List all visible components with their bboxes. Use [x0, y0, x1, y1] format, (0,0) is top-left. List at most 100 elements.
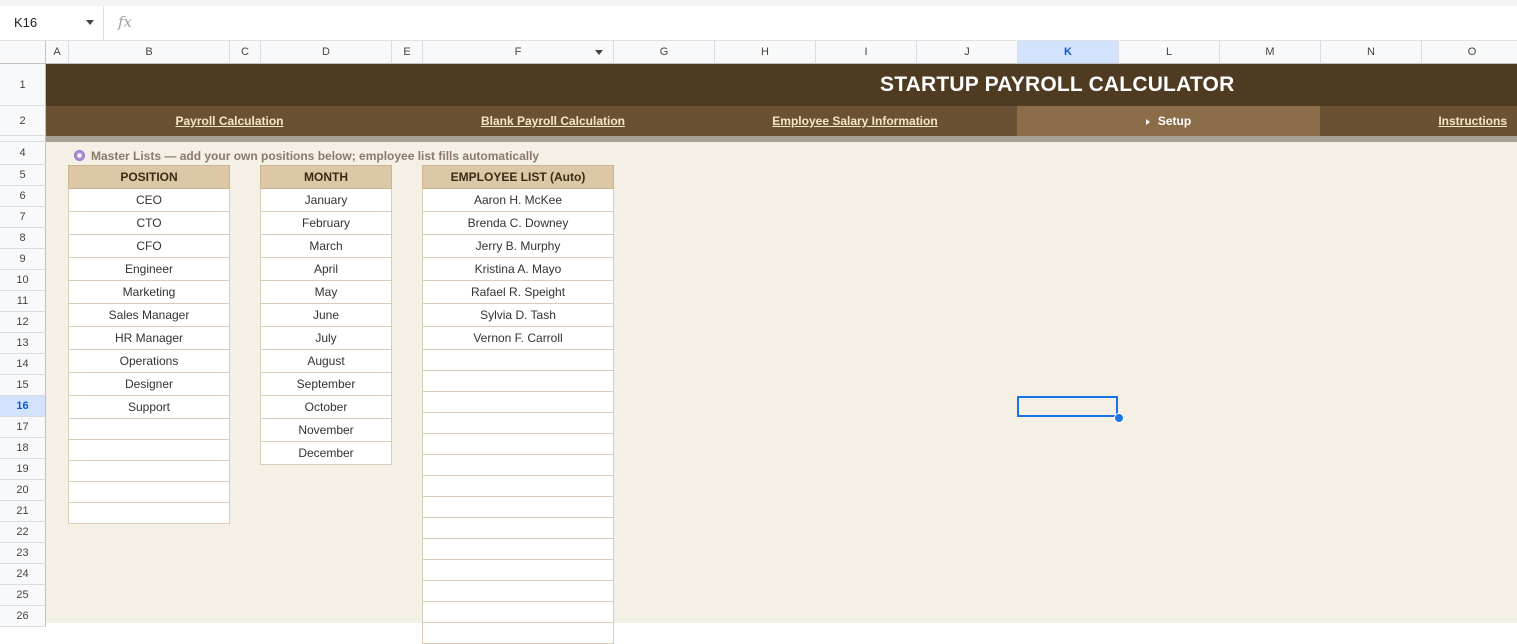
- row-header-2[interactable]: 2: [0, 106, 46, 136]
- row-header-26[interactable]: 26: [0, 606, 46, 627]
- column-header-j[interactable]: J: [917, 41, 1018, 64]
- position-cell[interactable]: [68, 439, 230, 461]
- employee-cell[interactable]: [422, 601, 614, 623]
- name-box-dropdown-icon[interactable]: [86, 20, 94, 25]
- row-header-12[interactable]: 12: [0, 312, 46, 333]
- row-header-24[interactable]: 24: [0, 564, 46, 585]
- row-header-8[interactable]: 8: [0, 228, 46, 249]
- column-header-c[interactable]: C: [230, 41, 261, 64]
- nav-link-setup[interactable]: Setup: [1017, 106, 1320, 136]
- row-header-4[interactable]: 4: [0, 142, 46, 165]
- row-header-16[interactable]: 16: [0, 396, 46, 417]
- row-header-19[interactable]: 19: [0, 459, 46, 480]
- position-cell[interactable]: [68, 418, 230, 440]
- position-cell[interactable]: Engineer: [68, 257, 230, 281]
- column-header-i[interactable]: I: [816, 41, 917, 64]
- position-cell[interactable]: [68, 481, 230, 503]
- month-cell[interactable]: July: [260, 326, 392, 350]
- month-cell[interactable]: March: [260, 234, 392, 258]
- employee-cell[interactable]: [422, 496, 614, 518]
- position-cell[interactable]: [68, 502, 230, 524]
- nav-link-blank-payroll-calculation[interactable]: Blank Payroll Calculation: [413, 106, 693, 136]
- row-header-14[interactable]: 14: [0, 354, 46, 375]
- month-cell[interactable]: February: [260, 211, 392, 235]
- nav-link-payroll-calculation[interactable]: Payroll Calculation: [46, 106, 413, 136]
- column-header-b[interactable]: B: [69, 41, 230, 64]
- employee-cell[interactable]: [422, 349, 614, 371]
- row-header-6[interactable]: 6: [0, 186, 46, 207]
- row-header-22[interactable]: 22: [0, 522, 46, 543]
- row-header-23[interactable]: 23: [0, 543, 46, 564]
- month-header[interactable]: MONTH: [260, 165, 392, 189]
- month-cell[interactable]: May: [260, 280, 392, 304]
- position-cell[interactable]: Support: [68, 395, 230, 419]
- column-filter-dropdown-icon[interactable]: [595, 50, 603, 55]
- row-header-25[interactable]: 25: [0, 585, 46, 606]
- row-header-15[interactable]: 15: [0, 375, 46, 396]
- name-box[interactable]: K16: [0, 6, 104, 40]
- month-cell[interactable]: November: [260, 418, 392, 442]
- row-header-9[interactable]: 9: [0, 249, 46, 270]
- month-cell[interactable]: April: [260, 257, 392, 281]
- row-header-10[interactable]: 10: [0, 270, 46, 291]
- fill-handle[interactable]: [1114, 413, 1124, 423]
- employee-cell[interactable]: Jerry B. Murphy: [422, 234, 614, 258]
- column-header-l[interactable]: L: [1119, 41, 1220, 64]
- employee-cell[interactable]: Vernon F. Carroll: [422, 326, 614, 350]
- row-header-1[interactable]: 1: [0, 64, 46, 106]
- column-header-f[interactable]: F: [423, 41, 614, 64]
- employee-header[interactable]: EMPLOYEE LIST (Auto): [422, 165, 614, 189]
- row-header-11[interactable]: 11: [0, 291, 46, 312]
- column-header-d[interactable]: D: [261, 41, 392, 64]
- column-header-n[interactable]: N: [1321, 41, 1422, 64]
- row-header-5[interactable]: 5: [0, 165, 46, 186]
- month-cell[interactable]: December: [260, 441, 392, 465]
- nav-link-employee-salary-information[interactable]: Employee Salary Information: [693, 106, 1017, 136]
- employee-cell[interactable]: [422, 517, 614, 539]
- position-cell[interactable]: [68, 460, 230, 482]
- month-cell[interactable]: August: [260, 349, 392, 373]
- position-cell[interactable]: CTO: [68, 211, 230, 235]
- position-cell[interactable]: CEO: [68, 188, 230, 212]
- row-header-7[interactable]: 7: [0, 207, 46, 228]
- row-header-13[interactable]: 13: [0, 333, 46, 354]
- column-header-e[interactable]: E: [392, 41, 423, 64]
- employee-cell[interactable]: [422, 370, 614, 392]
- employee-cell[interactable]: Brenda C. Downey: [422, 211, 614, 235]
- position-cell[interactable]: Sales Manager: [68, 303, 230, 327]
- position-cell[interactable]: Marketing: [68, 280, 230, 304]
- month-cell[interactable]: October: [260, 395, 392, 419]
- row-header-17[interactable]: 17: [0, 417, 46, 438]
- column-header-g[interactable]: G: [614, 41, 715, 64]
- month-cell[interactable]: September: [260, 372, 392, 396]
- position-cell[interactable]: Operations: [68, 349, 230, 373]
- position-header[interactable]: POSITION: [68, 165, 230, 189]
- row-header-18[interactable]: 18: [0, 438, 46, 459]
- month-cell[interactable]: June: [260, 303, 392, 327]
- column-header-a[interactable]: A: [46, 41, 69, 64]
- active-cell-k16[interactable]: [1017, 396, 1118, 417]
- employee-cell[interactable]: [422, 559, 614, 581]
- column-header-m[interactable]: M: [1220, 41, 1321, 64]
- column-header-k[interactable]: K: [1018, 41, 1119, 64]
- employee-cell[interactable]: [422, 412, 614, 434]
- position-cell[interactable]: HR Manager: [68, 326, 230, 350]
- month-cell[interactable]: January: [260, 188, 392, 212]
- row-header-20[interactable]: 20: [0, 480, 46, 501]
- employee-cell[interactable]: [422, 454, 614, 476]
- employee-cell[interactable]: [422, 475, 614, 497]
- employee-cell[interactable]: [422, 433, 614, 455]
- row-header-21[interactable]: 21: [0, 501, 46, 522]
- employee-cell[interactable]: Sylvia D. Tash: [422, 303, 614, 327]
- employee-cell[interactable]: [422, 622, 614, 644]
- position-cell[interactable]: CFO: [68, 234, 230, 258]
- employee-cell[interactable]: [422, 391, 614, 413]
- employee-cell[interactable]: Kristina A. Mayo: [422, 257, 614, 281]
- employee-cell[interactable]: Aaron H. McKee: [422, 188, 614, 212]
- select-all-corner[interactable]: [0, 41, 46, 64]
- employee-cell[interactable]: [422, 580, 614, 602]
- position-cell[interactable]: Designer: [68, 372, 230, 396]
- column-header-h[interactable]: H: [715, 41, 816, 64]
- employee-cell[interactable]: Rafael R. Speight: [422, 280, 614, 304]
- column-header-o[interactable]: O: [1422, 41, 1517, 64]
